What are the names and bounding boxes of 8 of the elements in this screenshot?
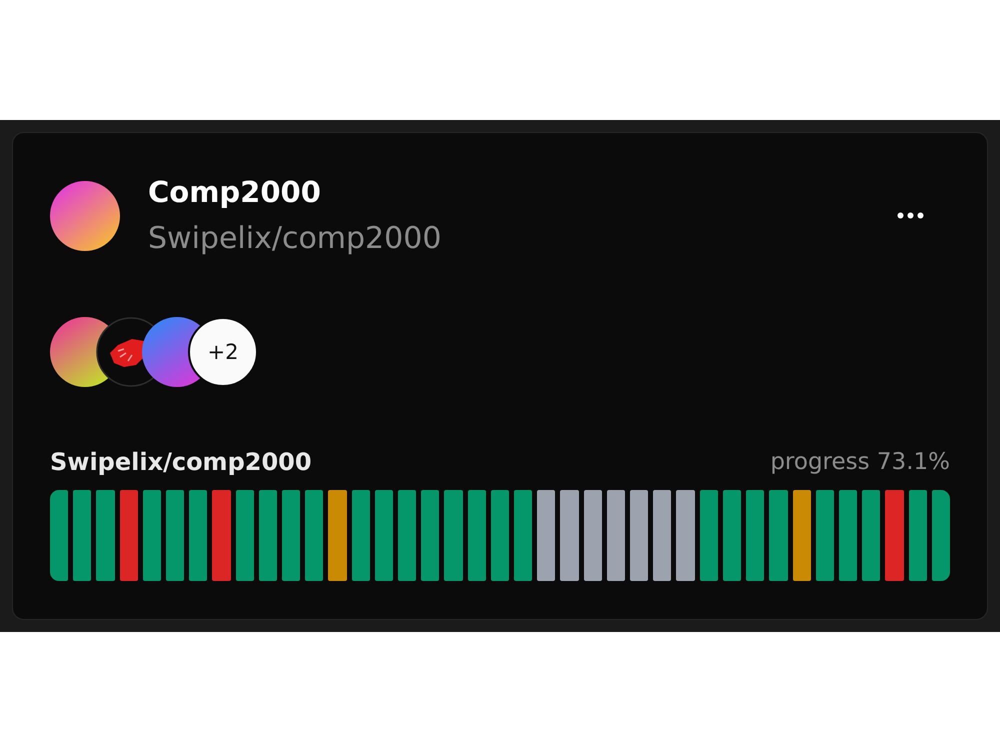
project-title: Comp2000 (148, 174, 321, 211)
more-options-button[interactable] (897, 212, 924, 219)
project-path: Swipelix/comp2000 (148, 220, 442, 258)
more-icon (897, 212, 924, 219)
progress-text: progress 73.1% (770, 449, 950, 475)
more-members-count[interactable]: +2 (188, 317, 258, 387)
repository-name: Swipelix/comp2000 (50, 448, 312, 476)
project-avatar-icon (50, 180, 120, 250)
